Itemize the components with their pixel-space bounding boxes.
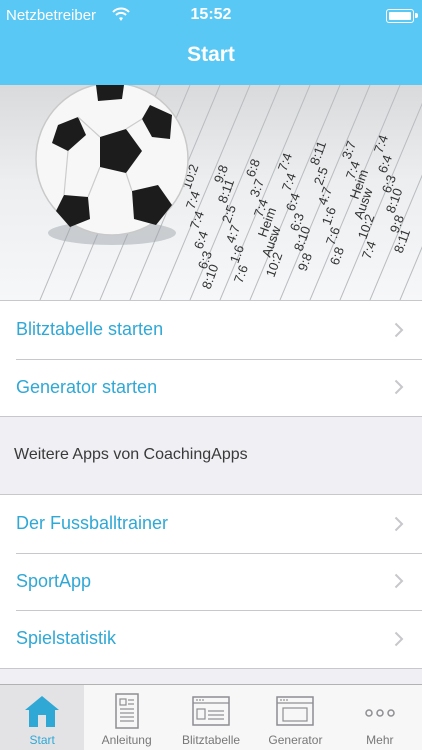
newspaper-score-text: 3:7 xyxy=(339,139,359,161)
newspaper-score-text: 7:4 xyxy=(275,151,295,173)
tab-label: Start xyxy=(29,733,55,747)
tab-label: Generator xyxy=(268,733,323,747)
page-title: Start xyxy=(187,43,235,66)
newspaper-score-text: 6:4 xyxy=(375,153,395,175)
tab-blitztabelle[interactable]: Blitztabelle xyxy=(169,685,253,750)
hero-image: 10:2 7:4 7:4 6:4 6:3 8:10 9:8 8:11 2:5 4:7 1:6 7:6 6… xyxy=(0,85,422,300)
newspaper-score-text: 6:4 xyxy=(283,191,303,213)
document-icon xyxy=(114,693,139,729)
newspaper-score-text: 9:8 xyxy=(295,251,315,273)
primary-actions-list: Blitztabelle starten Generator starten xyxy=(0,300,422,417)
window-icon xyxy=(276,696,315,726)
row-label: Spielstatistik xyxy=(16,628,117,649)
soccer-ball-icon xyxy=(35,85,189,245)
app-row-fussballtrainer[interactable]: Der Fussballtrainer xyxy=(0,495,422,553)
table-window-icon xyxy=(192,696,230,726)
chevron-right-icon xyxy=(394,631,404,646)
newspaper-score-text: 7:4 xyxy=(371,133,391,155)
tab-bar: Start Anleitung Blitztabelle Generator M… xyxy=(0,684,422,750)
section-header: Weitere Apps von CoachingApps xyxy=(14,446,248,463)
soccer-ball-newspaper-illustration: 10:27:47:46:46:38:109:88:112:54:71:67:66… xyxy=(35,85,422,300)
row-label: SportApp xyxy=(16,570,92,591)
newspaper-score-text: 6:8 xyxy=(327,245,347,267)
generator-start-row[interactable]: Generator starten xyxy=(0,358,422,417)
row-label: Der Fussballtrainer xyxy=(16,513,169,534)
tab-anleitung[interactable]: Anleitung xyxy=(84,685,168,750)
newspaper-score-text: 1:6 xyxy=(227,243,247,265)
chevron-right-icon xyxy=(394,380,404,395)
tab-mehr[interactable]: Mehr xyxy=(338,685,422,750)
newspaper-score-text: 1:6 xyxy=(319,205,339,227)
newspaper-score-text: 2:5 xyxy=(219,203,239,225)
app-row-spielstatistik[interactable]: Spielstatistik xyxy=(0,610,422,668)
tab-label: Anleitung xyxy=(101,733,152,747)
chevron-right-icon xyxy=(394,574,404,589)
row-label: Generator starten xyxy=(16,376,158,397)
blitztabelle-start-row[interactable]: Blitztabelle starten xyxy=(0,301,422,359)
newspaper-score-text: 6:4 xyxy=(191,229,211,251)
status-time: 15:52 xyxy=(190,6,232,23)
newspaper-score-text: 4:7 xyxy=(315,185,335,207)
newspaper-score-text: 2:5 xyxy=(311,165,331,187)
chevron-right-icon xyxy=(394,516,404,531)
tab-start[interactable]: Start xyxy=(0,685,85,750)
navigation-header: Netzbetreiber 15:52 Start xyxy=(0,0,422,85)
newspaper-score-text: 6:8 xyxy=(243,157,263,179)
newspaper-score-text: 4:7 xyxy=(223,223,243,245)
app-row-sportapp[interactable]: SportApp xyxy=(0,552,422,611)
chevron-right-icon xyxy=(394,322,404,337)
more-icon xyxy=(365,709,395,717)
tab-generator[interactable]: Generator xyxy=(253,685,337,750)
more-apps-list: Der Fussballtrainer SportApp Spielstatis… xyxy=(0,494,422,669)
battery-icon xyxy=(386,9,418,23)
newspaper-score-text: 7:4 xyxy=(359,239,379,261)
tab-label: Blitztabelle xyxy=(182,733,241,747)
home-icon xyxy=(25,696,60,727)
row-label: Blitztabelle starten xyxy=(16,319,164,340)
tab-label: Mehr xyxy=(366,733,394,747)
newspaper-score-text: 7:4 xyxy=(187,209,207,231)
status-bar: Netzbetreiber 15:52 xyxy=(0,0,422,32)
newspaper-score-text: 7:4 xyxy=(183,189,203,211)
newspaper-score-text: 8:11 xyxy=(307,139,329,167)
